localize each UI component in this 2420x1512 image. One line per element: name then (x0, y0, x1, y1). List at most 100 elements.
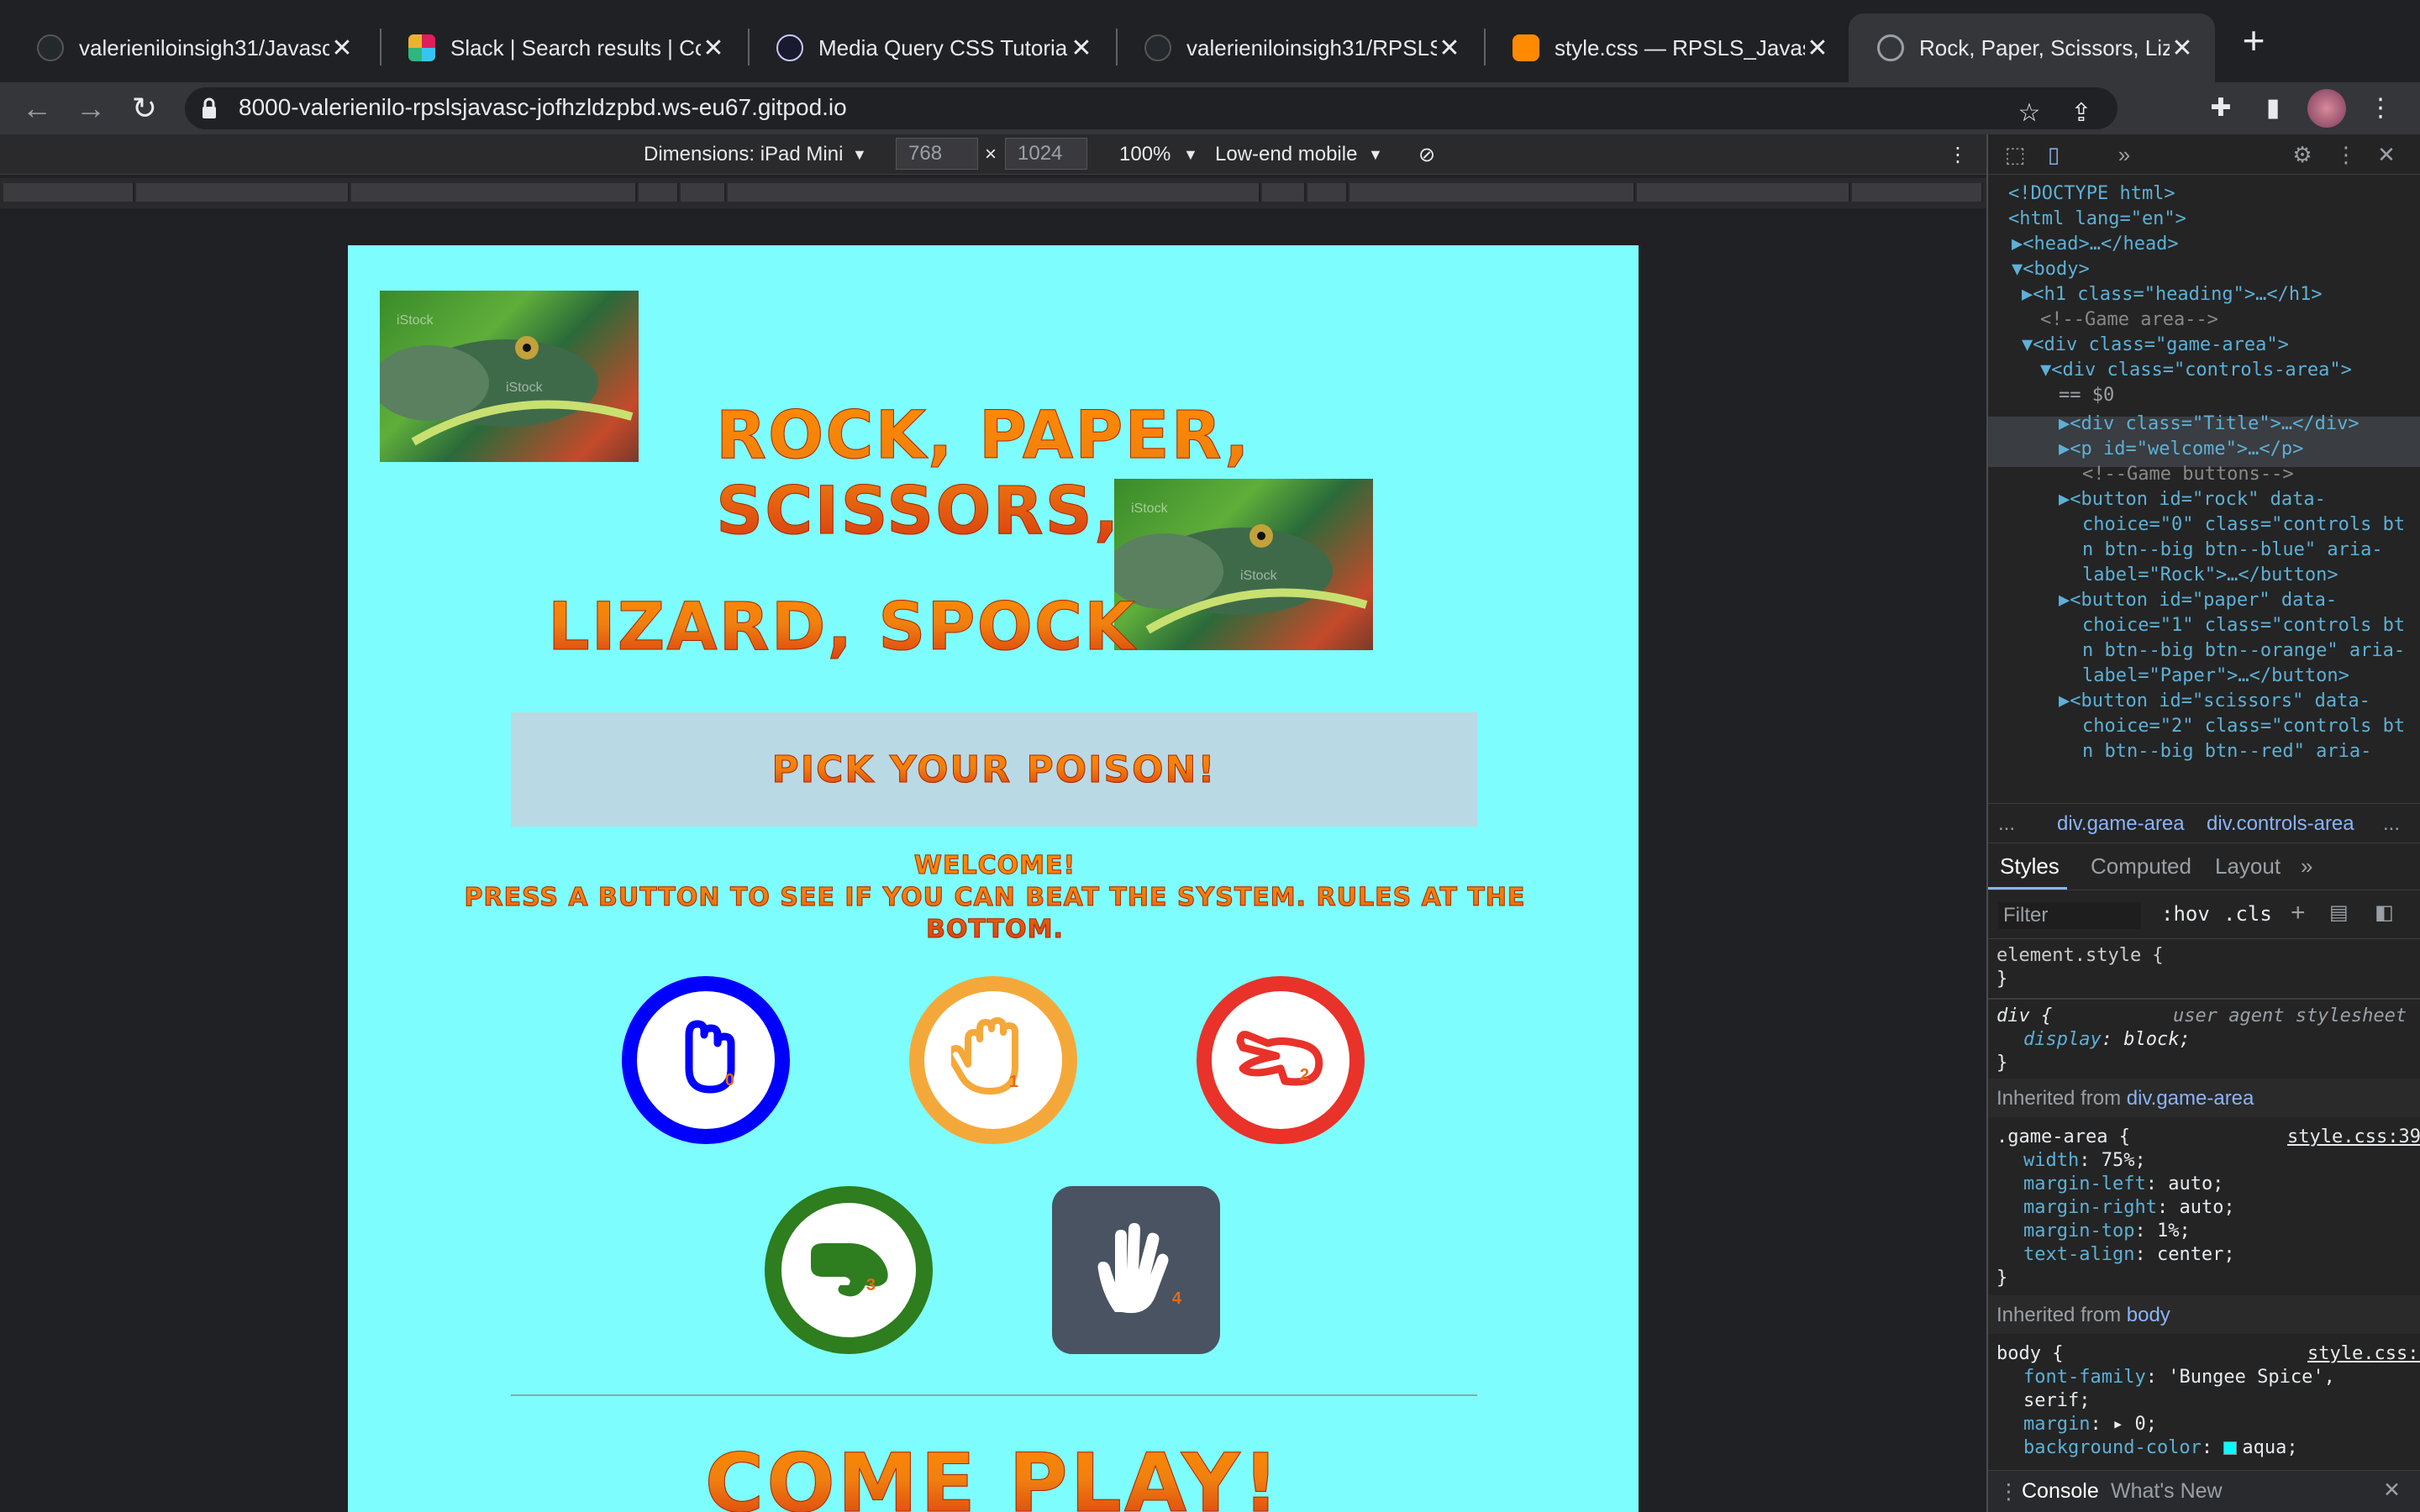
css-declaration[interactable]: margin: ▸ 0; (2023, 1413, 2157, 1436)
tab-style-css[interactable]: style.css — RPSLS_Javascr ✕ (1484, 13, 1850, 82)
paper-button[interactable]: 1 (909, 976, 1077, 1144)
breadcrumb-more[interactable]: ... (1998, 812, 2015, 836)
dom-line[interactable]: ▶<p id="welcome">…</p> (2059, 437, 2303, 462)
dom-line[interactable]: n btn--big btn--blue" aria- (2082, 538, 2383, 563)
class-toggle[interactable]: .cls (2223, 902, 2272, 926)
close-icon[interactable]: ✕ (2170, 34, 2195, 63)
dom-line[interactable]: ▶<button id="scissors" data- (2059, 689, 2370, 714)
more-tabs-icon[interactable]: » (2111, 141, 2138, 168)
media-query-segment[interactable] (728, 183, 1260, 202)
dom-line[interactable]: n btn--big btn--orange" aria- (2082, 638, 2405, 664)
media-query-segment[interactable] (1852, 183, 1983, 202)
dom-line[interactable]: == $0 (2059, 383, 2114, 408)
tab-rpsls-active[interactable]: Rock, Paper, Scissors, Liza ✕ (1849, 13, 2215, 82)
tab-media-query[interactable]: Media Query CSS Tutorial – ✕ (748, 13, 1114, 82)
close-icon[interactable]: ✕ (329, 34, 355, 63)
tab-console[interactable]: Console (2022, 1479, 2099, 1504)
tab-styles[interactable]: Styles (2000, 853, 2060, 879)
zoom-select[interactable]: 100% (1119, 143, 1171, 166)
color-swatch[interactable] (2223, 1441, 2238, 1455)
media-query-segment[interactable] (1349, 183, 1635, 202)
rotate-icon[interactable]: ⊘ (1418, 143, 1435, 167)
dom-line[interactable]: ▶<button id="rock" data- (2059, 487, 2326, 512)
scissors-button[interactable]: 2 (1197, 976, 1365, 1144)
side-panel-icon[interactable]: ▮ (2254, 89, 2292, 128)
device-toggle-icon[interactable]: ▯ (2040, 141, 2067, 168)
device-height-input[interactable]: 1024 (1005, 138, 1087, 170)
dom-line[interactable]: ▶<div class="Title">…</div> (2059, 412, 2360, 437)
spock-button[interactable]: 4 (1052, 1186, 1220, 1354)
lizard-button[interactable]: 3 (765, 1186, 933, 1354)
breadcrumb-more-end[interactable]: ... (2383, 812, 2400, 836)
dom-line[interactable]: ▶<head>…</head> (2012, 232, 2179, 257)
tab-slack[interactable]: Slack | Search results | Cod ✕ (380, 13, 746, 82)
settings-gear-icon[interactable]: ⚙ (2289, 141, 2316, 168)
style-source-link[interactable]: style.css:7 (2307, 1342, 2420, 1366)
style-source-link[interactable]: style.css:39 (2287, 1126, 2420, 1149)
dom-line[interactable]: ▼<div class="game-area"> (2022, 333, 2289, 358)
close-devtools-icon[interactable]: ✕ (2373, 141, 2400, 168)
paint-icon[interactable]: ▤ (2329, 900, 2349, 925)
more-menu-icon[interactable]: ⋮ (2361, 89, 2400, 128)
media-query-segment[interactable] (1307, 183, 1348, 202)
dom-line[interactable]: ▼<body> (2012, 257, 2090, 282)
close-icon[interactable]: ✕ (701, 34, 726, 63)
css-declaration[interactable]: width: 75%; (2023, 1149, 2146, 1173)
close-icon[interactable]: ✕ (1069, 34, 1094, 63)
css-declaration[interactable]: background-color: aqua; (2023, 1436, 2298, 1460)
back-button[interactable]: ← (13, 82, 60, 134)
device-more-icon[interactable]: ⋮ (1948, 143, 1968, 167)
rock-button[interactable]: 0 (622, 976, 790, 1144)
media-query-segment[interactable] (639, 183, 679, 202)
dom-line[interactable]: label="Paper">…</button> (2082, 664, 2349, 689)
reload-button[interactable]: ↻ (121, 82, 168, 134)
dom-line[interactable]: choice="1" class="controls bt (2082, 613, 2405, 638)
breadcrumb-controls-area[interactable]: div.controls-area (2207, 812, 2354, 836)
breadcrumb-game-area[interactable]: div.game-area (2057, 812, 2185, 836)
css-declaration[interactable]: margin-right: auto; (2023, 1196, 2235, 1220)
inherited-link[interactable]: div.game-area (2127, 1087, 2254, 1110)
dom-line[interactable]: ▶<h1 class="heading">…</h1> (2022, 282, 2323, 307)
tab-computed[interactable]: Computed (2091, 853, 2191, 879)
css-declaration[interactable]: margin-left: auto; (2023, 1173, 2223, 1196)
more-style-tabs[interactable]: » (2301, 853, 2312, 879)
styles-filter-input[interactable]: Filter (1998, 902, 2141, 929)
media-query-segment[interactable] (351, 183, 637, 202)
extensions-icon[interactable]: ✚ (2202, 89, 2240, 128)
inspect-element-icon[interactable]: ⬚ (2002, 141, 2028, 168)
media-query-segment[interactable] (681, 183, 726, 202)
forward-button[interactable]: → (67, 82, 114, 134)
new-tab-button[interactable]: + (2232, 18, 2275, 62)
dom-line[interactable]: choice="2" class="controls bt (2082, 714, 2405, 739)
tab-github-rpsls[interactable]: valerieniloinsigh31/RPSLS_ ✕ (1116, 13, 1482, 82)
media-query-segment[interactable] (3, 183, 134, 202)
media-query-segment[interactable] (1637, 183, 1850, 202)
bookmark-star-icon[interactable]: ☆ (2010, 94, 2049, 133)
share-icon[interactable]: ⇪ (2062, 94, 2101, 133)
close-icon[interactable]: ✕ (1437, 34, 1462, 63)
sidebar-toggle-icon[interactable]: ◧ (2375, 900, 2394, 925)
dom-line[interactable]: <!DOCTYPE html> (2008, 181, 2175, 207)
media-query-segment[interactable] (1262, 183, 1306, 202)
css-declaration[interactable]: serif; (2023, 1389, 2090, 1413)
device-width-input[interactable]: 768 (896, 138, 978, 170)
profile-avatar[interactable] (2307, 89, 2346, 128)
close-drawer-icon[interactable]: ✕ (2383, 1478, 2401, 1503)
dom-line[interactable]: ▼<div class="controls-area"> (2040, 358, 2352, 383)
dom-line[interactable]: choice="0" class="controls bt (2082, 512, 2405, 538)
hover-state-toggle[interactable]: :hov (2161, 902, 2210, 926)
new-rule-icon[interactable]: + (2291, 899, 2306, 927)
media-query-segment[interactable] (136, 183, 350, 202)
dom-line[interactable]: n btn--big btn--red" aria- (2082, 739, 2371, 764)
css-declaration[interactable]: margin-top: 1%; (2023, 1220, 2191, 1243)
dom-line[interactable]: label="Rock">…</button> (2082, 563, 2338, 588)
inherited-link[interactable]: body (2127, 1304, 2170, 1326)
dom-line[interactable]: <html lang="en"> (2008, 207, 2186, 232)
tab-layout[interactable]: Layout (2215, 853, 2281, 879)
css-declaration[interactable]: font-family: 'Bungee Spice', (2023, 1366, 2335, 1389)
drawer-menu-icon[interactable]: ⋮ (1998, 1479, 2019, 1504)
css-declaration[interactable]: text-align: center; (2023, 1243, 2235, 1267)
throttle-select[interactable]: Low-end mobile (1215, 143, 1357, 166)
tab-github-javascript[interactable]: valerieniloinsigh31/Javascri ✕ (8, 13, 375, 82)
dom-line[interactable]: <!--Game area--> (2040, 307, 2218, 333)
